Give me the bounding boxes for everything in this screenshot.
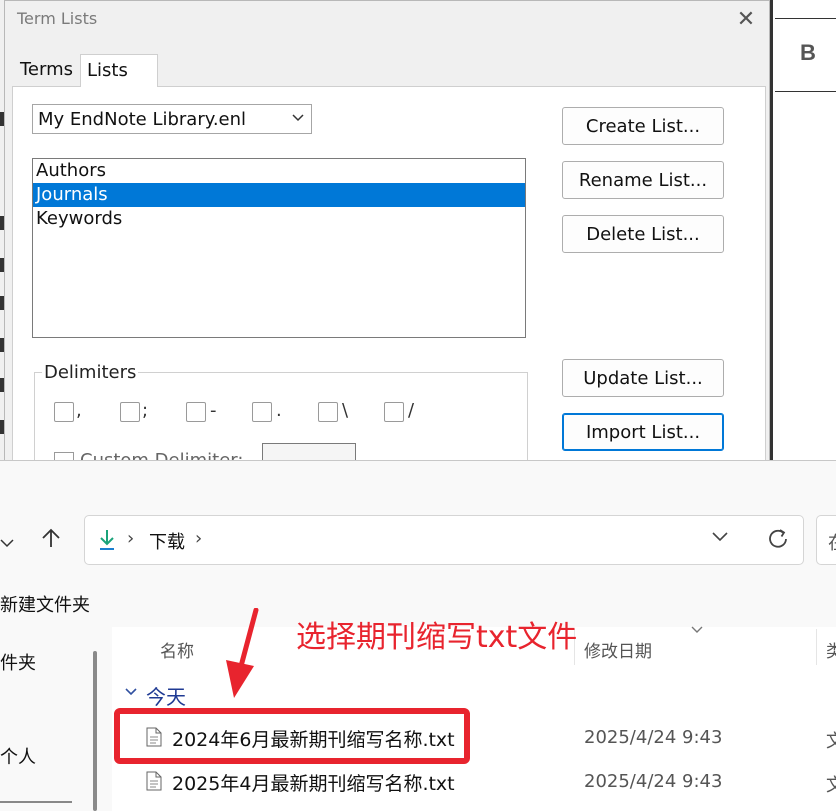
delimiter-label: . <box>276 400 282 421</box>
download-icon <box>97 528 117 552</box>
nav-item-underline <box>0 801 72 803</box>
column-divider[interactable] <box>816 629 817 665</box>
tab-lists[interactable]: Lists <box>80 54 158 87</box>
term-lists-listbox[interactable]: Authors Journals Keywords <box>32 158 526 338</box>
bold-button[interactable]: B <box>800 40 816 66</box>
list-item-journals[interactable]: Journals <box>33 183 525 207</box>
delimiter-checkbox-slash[interactable] <box>384 402 404 422</box>
address-bar[interactable]: › 下载 › <box>84 515 804 565</box>
text-file-icon <box>146 771 162 791</box>
create-list-button[interactable]: Create List... <box>562 107 724 145</box>
annotation-highlight-box <box>114 708 470 764</box>
column-header-modified[interactable]: 修改日期 <box>584 637 652 662</box>
chevron-down-icon[interactable] <box>711 528 729 548</box>
file-type: 文 <box>826 775 836 796</box>
delimiter-checkbox-semicolon[interactable] <box>120 402 140 422</box>
annotation-text: 选择期刊缩写txt文件 <box>296 620 578 655</box>
annotation-arrow-icon <box>220 607 262 704</box>
delete-list-button[interactable]: Delete List... <box>562 215 724 253</box>
new-folder-button[interactable]: 新建文件夹 <box>0 591 90 617</box>
rename-list-button[interactable]: Rename List... <box>562 161 724 199</box>
update-list-button[interactable]: Update List... <box>562 359 724 397</box>
delimiter-label: ; <box>142 400 149 421</box>
delimiter-label: / <box>408 400 415 421</box>
delimiter-checkbox-comma[interactable] <box>54 402 74 422</box>
chevron-down-icon[interactable] <box>124 685 138 703</box>
chevron-down-icon <box>291 105 305 135</box>
sort-caret-icon <box>690 623 704 639</box>
breadcrumb-separator[interactable]: › <box>195 528 202 549</box>
tab-terms[interactable]: Terms <box>14 56 79 84</box>
nav-item-personal[interactable]: 个人 <box>0 743 36 769</box>
library-select-value: My EndNote Library.enl <box>38 109 247 130</box>
breadcrumb-downloads[interactable]: 下载 <box>149 528 185 554</box>
refresh-icon[interactable] <box>765 524 791 561</box>
delimiter-checkbox-backslash[interactable] <box>318 402 338 422</box>
library-select[interactable]: My EndNote Library.enl <box>32 104 312 134</box>
delimiter-label: - <box>210 400 217 421</box>
chevron-down-icon[interactable] <box>0 535 14 554</box>
delimiter-checkbox-dash[interactable] <box>186 402 206 422</box>
custom-delimiter-input[interactable] <box>262 443 356 461</box>
column-header-name[interactable]: 名称 <box>160 637 194 662</box>
delimiter-label: , <box>76 400 82 421</box>
group-header-today[interactable]: 今天 <box>146 681 186 710</box>
file-type: 文 <box>826 731 836 752</box>
delimiter-checkbox-period[interactable] <box>252 402 272 422</box>
breadcrumb-separator: › <box>127 528 135 549</box>
file-modified-date: 2025/4/24 9:43 <box>584 771 723 792</box>
search-placeholder: 在 <box>828 529 836 555</box>
list-item-keywords[interactable]: Keywords <box>33 207 525 231</box>
list-item-authors[interactable]: Authors <box>33 159 525 183</box>
file-modified-date: 2025/4/24 9:43 <box>584 727 723 748</box>
file-name[interactable]: 2025年4月最新期刊缩写名称.txt <box>172 769 455 796</box>
custom-delimiter-label: Custom Delimiter: <box>80 450 243 460</box>
delimiters-legend: Delimiters <box>42 362 139 383</box>
nav-item-folder[interactable]: 件夹 <box>0 649 36 675</box>
nav-pane-scrollbar[interactable] <box>93 651 97 811</box>
column-header-type[interactable]: 类 <box>826 637 836 662</box>
up-arrow-icon[interactable] <box>40 527 62 555</box>
close-icon[interactable]: ✕ <box>733 7 759 33</box>
import-list-button[interactable]: Import List... <box>562 413 724 451</box>
delimiter-label: \ <box>342 400 349 421</box>
dialog-title: Term Lists <box>17 9 98 28</box>
